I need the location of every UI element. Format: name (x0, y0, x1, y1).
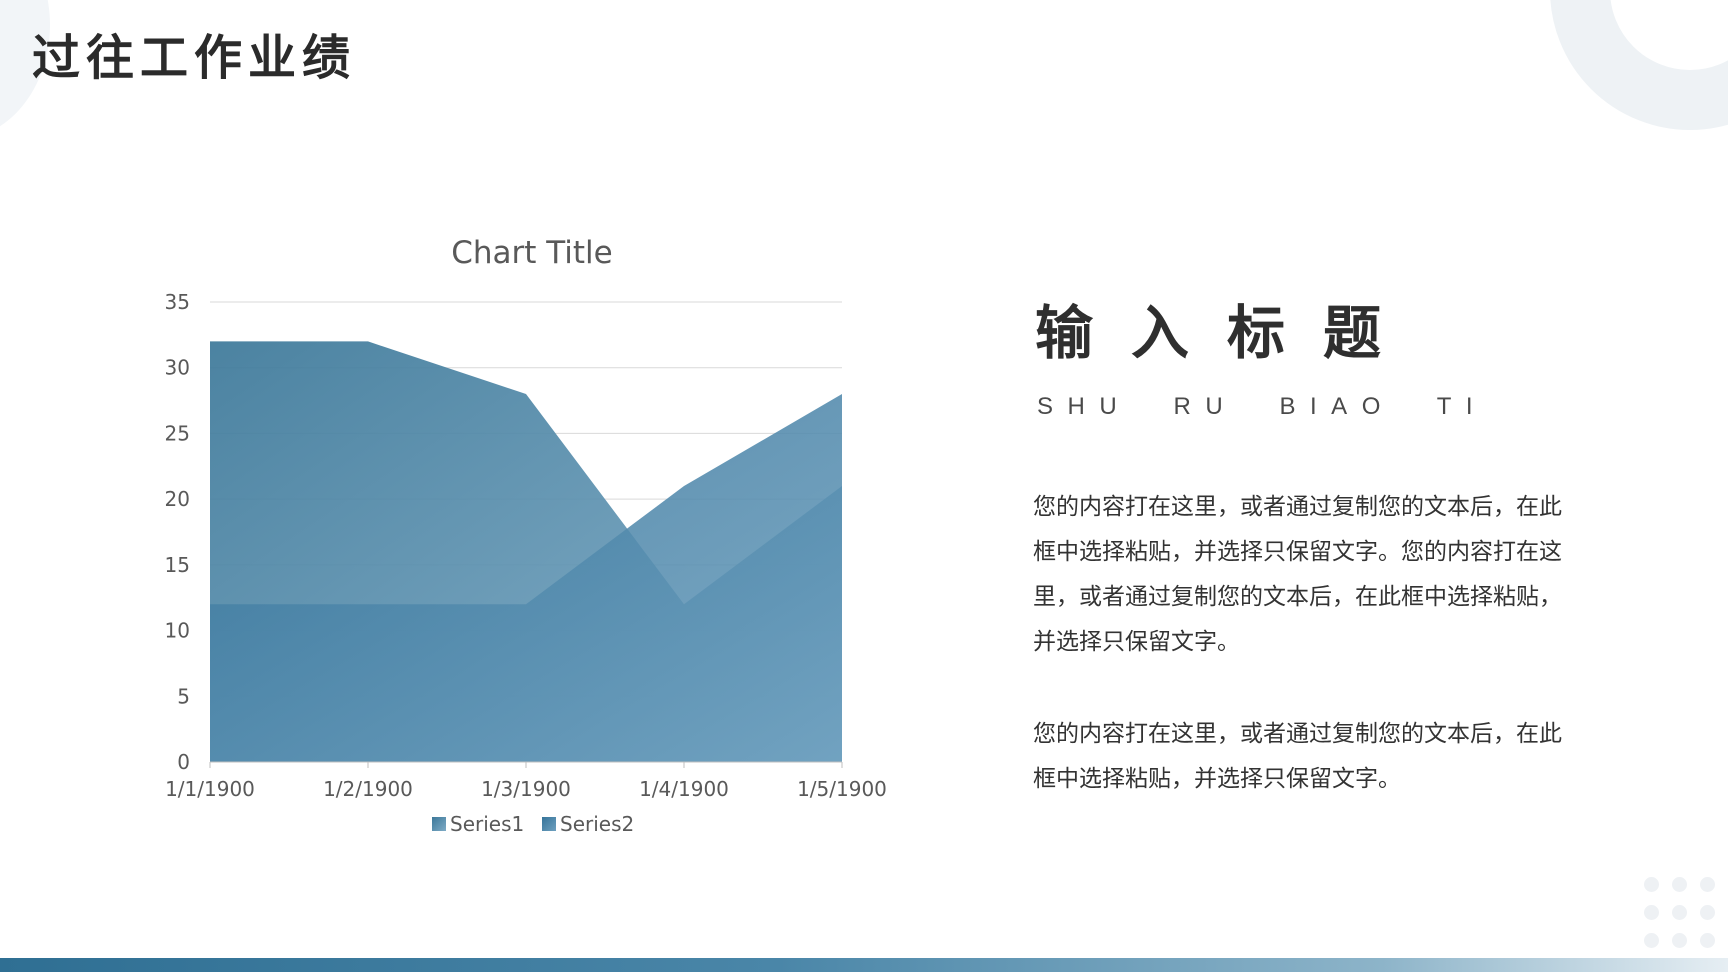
legend-swatch-series-1 (432, 817, 446, 831)
x-tick-label: 1/4/1900 (639, 777, 729, 801)
y-tick-label: 35 (165, 290, 190, 314)
legend-label-series-1: Series1 (450, 812, 524, 836)
x-tick-label: 1/2/1900 (323, 777, 413, 801)
y-tick-label: 30 (165, 356, 190, 380)
body-paragraph-2: 您的内容打在这里，或者通过复制您的文本后，在此框中选择粘贴，并选择只保留文字。 (1033, 721, 1562, 792)
slide: 过往工作业绩 Chart Title 0 5 10 15 20 25 30 35 1/1/19… (0, 0, 1728, 972)
y-tick-label: 0 (177, 750, 190, 774)
decorative-ring (1550, 0, 1728, 130)
legend-swatch-series-2 (542, 817, 556, 831)
x-tick-label: 1/3/1900 (481, 777, 571, 801)
x-tick-label: 1/5/1900 (797, 777, 887, 801)
y-tick-label: 25 (165, 421, 190, 445)
y-tick-label: 5 (177, 684, 190, 708)
body-paragraph-1: 您的内容打在这里，或者通过复制您的文本后，在此框中选择粘贴，并选择只保留文字。您… (1033, 494, 1562, 655)
page-title: 过往工作业绩 (32, 30, 357, 86)
legend-label-series-2: Series2 (560, 812, 634, 836)
chart: Chart Title 0 5 10 15 20 25 30 35 1/1/1900 1/2/1… (120, 230, 920, 860)
y-tick-label: 20 (165, 487, 190, 511)
section-subheading: SHU RU BIAO TI (1037, 393, 1488, 420)
section-heading: 输入标题 (1035, 299, 1420, 367)
x-tick-label: 1/1/1900 (165, 777, 255, 801)
chart-title: Chart Title (451, 235, 612, 271)
bottom-accent-bar (0, 958, 1728, 972)
y-tick-label: 15 (165, 553, 190, 577)
area-chart: Chart Title 0 5 10 15 20 25 30 35 1/1/1900 1/2/1… (165, 235, 887, 836)
y-tick-label: 10 (165, 619, 190, 643)
